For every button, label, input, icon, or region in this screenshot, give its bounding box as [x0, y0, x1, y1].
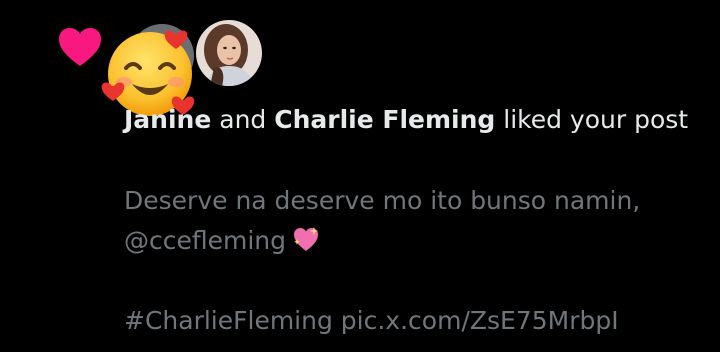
- actor-connector: and: [211, 105, 275, 134]
- like-notification[interactable]: Janine and Charlie Fleming liked your po…: [0, 0, 720, 352]
- sparkling-heart-emoji: [294, 227, 319, 251]
- media-link[interactable]: pic.x.com/ZsE75MrbpI: [341, 306, 619, 335]
- mention-link[interactable]: @ccefleming: [124, 226, 286, 255]
- action-text: liked your post: [495, 105, 689, 134]
- heart-icon: [59, 28, 101, 66]
- hashtag-link[interactable]: #CharlieFleming: [124, 306, 333, 335]
- actor-name-1[interactable]: Janine: [124, 105, 211, 134]
- post-line-3: #CharlieFleming pic.x.com/ZsE75MrbpI: [124, 301, 704, 341]
- actor-name-2[interactable]: Charlie Fleming: [274, 105, 495, 134]
- post-line-1: Deserve na deserve mo ito bunso namin,: [124, 186, 641, 215]
- post-preview[interactable]: Deserve na deserve mo ito bunso namin, @…: [124, 181, 704, 341]
- notification-summary: Janine and Charlie Fleming liked your po…: [124, 100, 704, 140]
- post-line-2: @ccefleming: [124, 221, 704, 261]
